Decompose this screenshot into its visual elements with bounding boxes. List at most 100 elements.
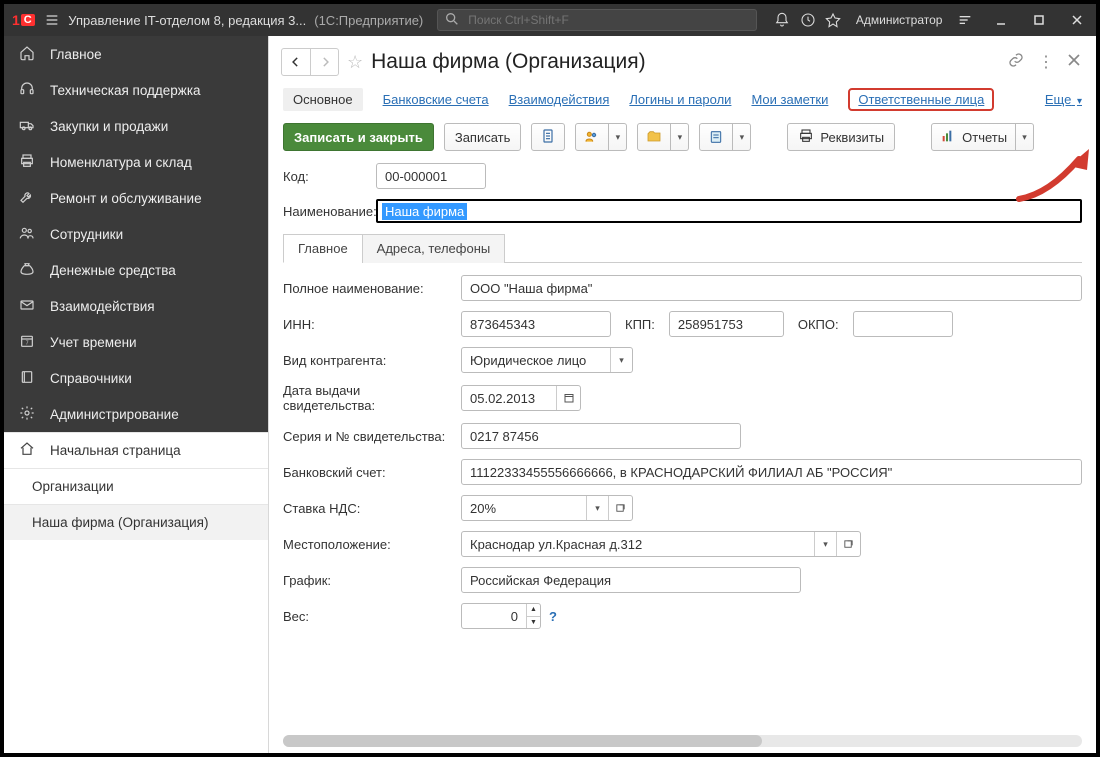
hamburger-icon[interactable] [43, 6, 61, 34]
bank-field[interactable]: 11122333455556666666, в КРАСНОДАРСКИЙ ФИ… [461, 459, 1082, 485]
section-notes[interactable]: Мои заметки [751, 92, 828, 107]
section-responsibles[interactable]: Ответственные лица [858, 92, 984, 107]
kind-label: Вид контрагента: [283, 353, 453, 368]
save-button[interactable]: Записать [444, 123, 522, 151]
code-field[interactable]: 00-000001 [376, 163, 486, 189]
report-split-button[interactable]: ▾ [699, 123, 751, 151]
kebab-icon[interactable]: ⋮ [1038, 52, 1054, 72]
app-title: Управление IT-отделом 8, редакция 3... [68, 13, 306, 28]
sidebar-item-orgs[interactable]: Организации [4, 468, 268, 504]
chevron-down-icon[interactable]: ▾ [609, 123, 627, 151]
sidebar-item-repair[interactable]: Ремонт и обслуживание [4, 180, 268, 216]
kind-field[interactable]: Юридическое лицо ▾ [461, 347, 633, 373]
chevron-down-icon[interactable]: ▾ [586, 496, 608, 520]
users-icon-button[interactable] [575, 123, 609, 151]
horizontal-scrollbar[interactable] [283, 735, 1082, 747]
section-bank[interactable]: Банковские счета [383, 92, 489, 107]
help-icon[interactable]: ? [549, 609, 557, 624]
sidebar-item-interactions[interactable]: Взаимодействия [4, 288, 268, 324]
home-icon [18, 45, 36, 64]
settings-lines-icon[interactable] [956, 6, 974, 34]
loc-value: Краснодар ул.Красная д.312 [470, 537, 642, 552]
chevron-down-icon[interactable]: ▾ [671, 123, 689, 151]
report-icon-button[interactable] [699, 123, 733, 151]
history-icon[interactable] [799, 6, 817, 34]
sidebar-item-support[interactable]: Техническая поддержка [4, 72, 268, 108]
nds-field[interactable]: 20% ▾ [461, 495, 633, 521]
tab-addresses[interactable]: Адреса, телефоны [362, 234, 506, 263]
open-icon[interactable] [608, 496, 632, 520]
link-icon[interactable] [1008, 52, 1024, 73]
favorite-star-icon[interactable]: ☆ [347, 52, 363, 73]
okpo-label: ОКПО: [792, 317, 845, 332]
more-label: Еще [1045, 92, 1071, 107]
stepper-up[interactable]: ▲ [527, 604, 540, 617]
chevron-down-icon[interactable]: ▾ [733, 123, 751, 151]
sidebar-item-label: Справочники [50, 371, 132, 386]
section-logins[interactable]: Логины и пароли [629, 92, 731, 107]
sidebar-item-dicts[interactable]: Справочники [4, 360, 268, 396]
name-value: Наша фирма [382, 203, 467, 220]
tab-main[interactable]: Главное [283, 234, 363, 263]
sidebar-item-main[interactable]: Главное [4, 36, 268, 72]
kpp-field[interactable]: 258951753 [669, 311, 784, 337]
name-label: Наименование: [283, 204, 368, 219]
back-button[interactable] [282, 49, 310, 75]
truck-icon [18, 117, 36, 136]
loc-field[interactable]: Краснодар ул.Красная д.312 ▾ [461, 531, 861, 557]
calendar-icon[interactable] [556, 386, 580, 410]
close-icon[interactable] [1068, 53, 1080, 71]
reports-button[interactable]: Отчеты [931, 123, 1016, 151]
chevron-down-icon[interactable]: ▾ [814, 532, 836, 556]
bell-icon[interactable] [773, 6, 791, 34]
save-close-button[interactable]: Записать и закрыть [283, 123, 434, 151]
book-icon [18, 369, 36, 388]
requisites-button[interactable]: Реквизиты [787, 123, 895, 151]
sidebar-item-stock[interactable]: Номенклатура и склад [4, 144, 268, 180]
open-icon[interactable] [836, 532, 860, 556]
chevron-down-icon[interactable]: ▾ [610, 348, 632, 372]
sidebar-item-label: Главное [50, 47, 102, 62]
sidebar-item-employees[interactable]: Сотрудники [4, 216, 268, 252]
cert-num-field[interactable]: 0217 87456 [461, 423, 741, 449]
section-interactions[interactable]: Взаимодействия [509, 92, 610, 107]
section-responsibles-highlight: Ответственные лица [848, 88, 994, 111]
sidebar-item-time[interactable]: 7 Учет времени [4, 324, 268, 360]
chevron-down-icon[interactable]: ▾ [1016, 123, 1034, 151]
okpo-field[interactable] [853, 311, 953, 337]
users-split-button[interactable]: ▾ [575, 123, 627, 151]
search-input[interactable] [466, 12, 750, 28]
sidebar-item-money[interactable]: Денежные средства [4, 252, 268, 288]
sidebar-item-org-current[interactable]: Наша фирма (Организация) [4, 504, 268, 540]
window-close[interactable] [1058, 4, 1096, 36]
document-icon-button[interactable] [531, 123, 565, 151]
global-search[interactable] [437, 9, 757, 31]
sidebar-item-label: Ремонт и обслуживание [50, 191, 202, 206]
scrollbar-thumb[interactable] [283, 735, 762, 747]
sidebar-item-startpage[interactable]: Начальная страница [4, 432, 268, 468]
sidebar-item-label: Организации [32, 479, 114, 494]
sidebar-item-sales[interactable]: Закупки и продажи [4, 108, 268, 144]
moneybag-icon [18, 261, 36, 280]
star-icon[interactable] [824, 6, 842, 34]
schedule-field[interactable]: Российская Федерация [461, 567, 801, 593]
folder-icon-button[interactable] [637, 123, 671, 151]
folder-split-button[interactable]: ▾ [637, 123, 689, 151]
section-main[interactable]: Основное [283, 88, 363, 111]
sidebar-item-admin[interactable]: Администрирование [4, 396, 268, 432]
weight-field[interactable]: 0 ▲ ▼ [461, 603, 541, 629]
forward-button[interactable] [310, 49, 338, 75]
name-field[interactable]: Наша фирма [376, 199, 1082, 223]
weight-label: Вес: [283, 609, 453, 624]
inn-field[interactable]: 873645343 [461, 311, 611, 337]
section-more[interactable]: Еще ▾ [1045, 92, 1082, 107]
stepper-down[interactable]: ▼ [527, 617, 540, 629]
reports-split-button[interactable]: Отчеты ▾ [931, 123, 1034, 151]
window-maximize[interactable] [1020, 4, 1058, 36]
window-minimize[interactable] [982, 4, 1020, 36]
fullname-value: ООО "Наша фирма" [470, 281, 592, 296]
fullname-field[interactable]: ООО "Наша фирма" [461, 275, 1082, 301]
admin-label[interactable]: Администратор [850, 13, 949, 27]
cert-date-field[interactable]: 05.02.2013 [461, 385, 581, 411]
home-outline-icon [18, 441, 36, 460]
